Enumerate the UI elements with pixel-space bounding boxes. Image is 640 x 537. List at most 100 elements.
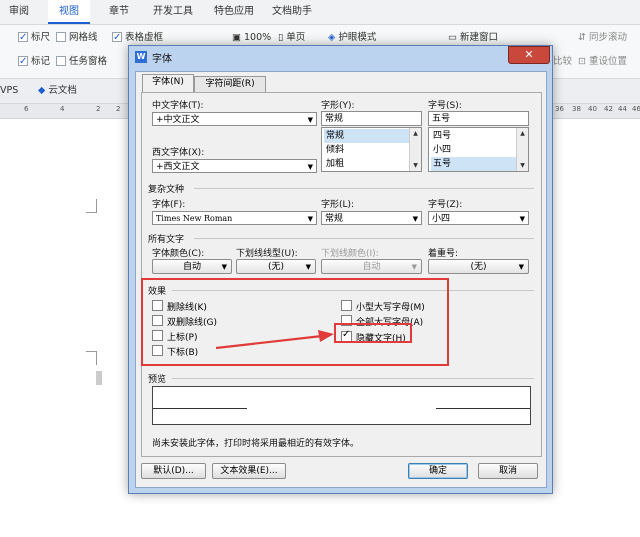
font-tab-panel: 中文字体(T): +中文正文 ▼ 西文字体(X): +西文正文 ▼ 字形(Y): 常… bbox=[141, 92, 542, 457]
compare-button[interactable]: 比较 bbox=[553, 54, 572, 70]
eye-mode-button[interactable]: ◈ 护眼模式 bbox=[328, 30, 376, 46]
ruler-number: 6 bbox=[24, 105, 29, 113]
section-divider bbox=[194, 188, 534, 189]
ruler-toggle[interactable]: 标尺 bbox=[18, 30, 50, 46]
dialog-titlebar[interactable]: W 字体 ✕ bbox=[129, 46, 552, 68]
scroll-down-icon[interactable]: ▼ bbox=[517, 160, 528, 171]
complex-font-select[interactable]: Times New Roman ▼ bbox=[152, 211, 317, 225]
single-page-label: 单页 bbox=[286, 32, 306, 43]
emphasis-value: (无) bbox=[470, 262, 487, 272]
cloud-docs-tab[interactable]: ◆ 云文档 bbox=[38, 83, 77, 99]
complex-font-value: Times New Roman bbox=[156, 214, 233, 223]
western-font-select[interactable]: +西文正文 ▼ bbox=[152, 159, 317, 173]
zoom-label: 100% bbox=[244, 32, 272, 43]
chinese-font-select[interactable]: +中文正文 ▼ bbox=[152, 112, 317, 126]
chevron-down-icon: ▼ bbox=[411, 263, 417, 271]
zoom-icon: ▣ bbox=[232, 32, 244, 43]
section-divider bbox=[172, 378, 534, 379]
margin-marker bbox=[86, 351, 97, 352]
wps-writer-icon: W bbox=[135, 51, 147, 63]
scrollbar[interactable]: ▲ ▼ bbox=[409, 128, 421, 171]
style-input[interactable]: 常规 bbox=[321, 111, 422, 126]
marks-label: 标记 bbox=[31, 56, 51, 67]
wps-tab[interactable]: VPS bbox=[0, 83, 18, 99]
scroll-down-icon[interactable]: ▼ bbox=[410, 160, 421, 171]
font-color-select[interactable]: 自动 ▼ bbox=[152, 259, 232, 274]
menu-tab-view[interactable]: 视图 bbox=[48, 0, 90, 24]
shield-icon: ◈ bbox=[328, 32, 339, 43]
list-item[interactable]: 加粗 bbox=[324, 157, 411, 171]
margin-marker bbox=[86, 212, 97, 213]
menu-tab-features[interactable]: 特色应用 bbox=[206, 0, 262, 24]
complex-size-label: 字号(Z): bbox=[428, 200, 463, 210]
list-item[interactable]: 五号 bbox=[431, 157, 518, 171]
reset-icon: ⊡ bbox=[578, 56, 589, 67]
scroll-up-icon[interactable]: ▲ bbox=[410, 128, 421, 139]
list-item[interactable]: 倾斜 bbox=[324, 143, 411, 157]
sync-icon: ⇵ bbox=[578, 32, 589, 43]
list-item[interactable]: 小四 bbox=[431, 143, 518, 157]
tab-character-spacing[interactable]: 字符间距(R) bbox=[194, 76, 266, 92]
font-color-label: 字体颜色(C): bbox=[152, 249, 205, 259]
reset-position-button[interactable]: ⊡ 重设位置 bbox=[578, 54, 627, 70]
menu-tab-doc-assistant[interactable]: 文档助手 bbox=[264, 0, 320, 24]
close-button[interactable]: ✕ bbox=[508, 46, 550, 64]
eye-mode-label: 护眼模式 bbox=[338, 32, 377, 43]
table-gridlines-toggle[interactable]: 表格虚框 bbox=[112, 30, 163, 46]
task-pane-label: 任务窗格 bbox=[69, 56, 108, 67]
task-pane-toggle[interactable]: 任务窗格 bbox=[56, 54, 107, 70]
complex-size-value: 小四 bbox=[432, 214, 451, 224]
size-listbox[interactable]: 四号 小四 五号 ▲ ▼ bbox=[428, 127, 529, 172]
single-page-button[interactable]: ▯ 单页 bbox=[278, 30, 305, 46]
text-cursor-block bbox=[96, 371, 102, 385]
scroll-up-icon[interactable]: ▲ bbox=[517, 128, 528, 139]
menu-tab-developer[interactable]: 开发工具 bbox=[148, 0, 198, 24]
checkbox-icon bbox=[18, 30, 28, 46]
cancel-button[interactable]: 取消 bbox=[478, 463, 538, 479]
size-input[interactable]: 五号 bbox=[428, 111, 529, 126]
marks-toggle[interactable]: 标记 bbox=[18, 54, 50, 70]
complex-style-value: 常规 bbox=[325, 214, 344, 224]
underline-type-select[interactable]: (无) ▼ bbox=[236, 259, 316, 274]
gridlines-label: 网格线 bbox=[69, 32, 98, 43]
complex-style-select[interactable]: 常规 ▼ bbox=[321, 211, 422, 225]
chevron-down-icon: ▼ bbox=[519, 215, 525, 223]
tab-font[interactable]: 字体(N) bbox=[142, 74, 194, 93]
underline-color-value: 自动 bbox=[362, 262, 381, 272]
margin-marker bbox=[96, 351, 97, 365]
zoom-100-button[interactable]: ▣ 100% bbox=[232, 30, 271, 46]
chinese-font-label: 中文字体(T): bbox=[152, 101, 204, 111]
cube-icon: ◆ bbox=[38, 85, 49, 96]
reset-position-label: 重设位置 bbox=[588, 56, 627, 67]
scrollbar[interactable]: ▲ ▼ bbox=[516, 128, 528, 171]
underline-color-label: 下划线颜色(I): bbox=[321, 249, 379, 259]
style-listbox[interactable]: 常规 倾斜 加粗 ▲ ▼ bbox=[321, 127, 422, 172]
list-item[interactable]: 四号 bbox=[431, 129, 518, 143]
menu-tab-review[interactable]: 审阅 bbox=[4, 0, 34, 24]
emphasis-label: 着重号: bbox=[428, 249, 459, 259]
font-color-value: 自动 bbox=[182, 262, 201, 272]
underline-type-value: (无) bbox=[267, 262, 285, 272]
chevron-down-icon: ▼ bbox=[307, 163, 313, 171]
ok-button[interactable]: 确定 bbox=[408, 463, 468, 479]
emphasis-select[interactable]: (无) ▼ bbox=[428, 259, 529, 274]
style-label: 字形(Y): bbox=[321, 101, 355, 111]
preview-section-title: 预览 bbox=[148, 375, 167, 385]
sync-scroll-button[interactable]: ⇵ 同步滚动 bbox=[578, 30, 627, 46]
chinese-font-value: +中文正文 bbox=[156, 115, 200, 125]
checkbox-icon bbox=[18, 54, 28, 70]
preview-baseline-right bbox=[436, 408, 530, 409]
text-effects-button[interactable]: 文本效果(E)... bbox=[212, 463, 286, 479]
size-label: 字号(S): bbox=[428, 101, 462, 111]
list-item[interactable]: 常规 bbox=[324, 129, 411, 143]
table-gridlines-label: 表格虚框 bbox=[125, 32, 164, 43]
new-window-button[interactable]: ▭ 新建窗口 bbox=[448, 30, 498, 46]
set-default-button[interactable]: 默认(D)... bbox=[141, 463, 206, 479]
gridlines-toggle[interactable]: 网格线 bbox=[56, 30, 98, 46]
complex-section-title: 复杂文种 bbox=[148, 185, 185, 195]
ruler-number: 36 bbox=[555, 105, 564, 113]
all-text-section-title: 所有文字 bbox=[148, 235, 185, 245]
menu-tab-chapter[interactable]: 章节 bbox=[104, 0, 134, 24]
complex-size-select[interactable]: 小四 ▼ bbox=[428, 211, 529, 225]
ruler-number: 40 bbox=[588, 105, 597, 113]
